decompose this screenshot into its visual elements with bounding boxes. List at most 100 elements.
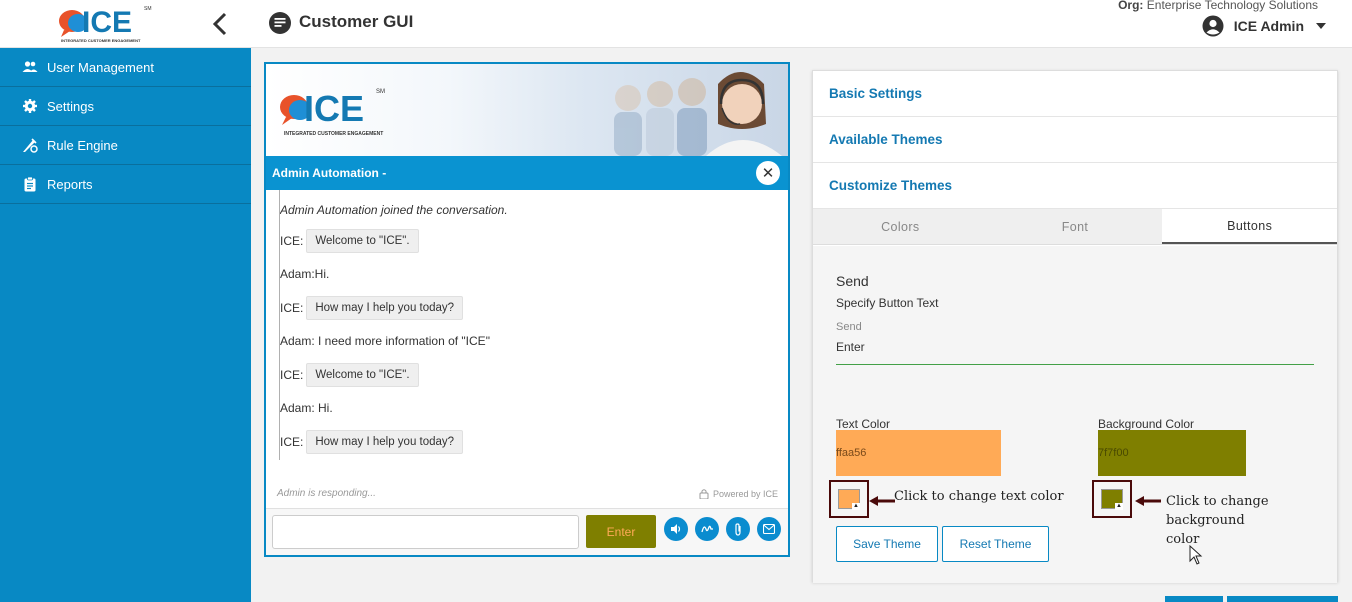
- chat-bubble-icon: [269, 12, 291, 34]
- top-bar: Customer GUI Org: Enterprise Technology …: [251, 0, 1352, 48]
- text-color-chip: [838, 489, 861, 510]
- reset-theme-button[interactable]: Reset Theme: [942, 526, 1049, 562]
- text-color-picker[interactable]: [829, 480, 869, 518]
- chat-banner: ICE SM INTEGRATED CUSTOMER ENGAGEMENT: [266, 64, 788, 156]
- brand-bar: ICE SM INTEGRATED CUSTOMER ENGAGEMENT: [0, 0, 251, 48]
- users-icon: [22, 59, 38, 75]
- gear-icon: [22, 98, 38, 114]
- email-icon[interactable]: [757, 517, 781, 541]
- background-color-label: Background Color: [1098, 417, 1195, 431]
- sidebar-item-settings[interactable]: Settings: [0, 87, 251, 126]
- org-info: Org: Enterprise Technology Solutions: [1118, 0, 1318, 12]
- svg-text:SM: SM: [376, 89, 385, 95]
- message-sender: ICE:: [280, 434, 304, 449]
- tab-colors[interactable]: Colors: [813, 209, 988, 244]
- svg-text:SM: SM: [144, 6, 152, 12]
- enter-button[interactable]: Enter: [586, 515, 656, 548]
- svg-text:INTEGRATED CUSTOMER ENGAGEMENT: INTEGRATED CUSTOMER ENGAGEMENT: [284, 131, 383, 137]
- sidebar-item-label: Reports: [47, 176, 93, 192]
- sidebar: ICE SM INTEGRATED CUSTOMER ENGAGEMENT Us…: [0, 0, 251, 602]
- footer-button-edge[interactable]: [1227, 596, 1338, 602]
- footer-button-edge[interactable]: [1165, 596, 1223, 602]
- customize-tabs: Colors Font Buttons: [813, 209, 1338, 245]
- user-name: ICE Admin: [1233, 18, 1304, 34]
- sidebar-item-label: Rule Engine: [47, 137, 118, 153]
- message-text: Adam: Hi.: [280, 401, 333, 416]
- chat-message: ICE: Welcome to "ICE".: [280, 358, 788, 392]
- text-color-input[interactable]: ffaa56: [836, 430, 1001, 476]
- text-color-hint: Click to change text color: [894, 489, 1064, 504]
- accordion-customize-themes[interactable]: Customize Themes: [813, 163, 1337, 209]
- background-color-input[interactable]: 7f7f00: [1098, 430, 1246, 476]
- rule-engine-icon: [22, 137, 38, 153]
- speaker-icon[interactable]: [664, 517, 688, 541]
- ice-logo[interactable]: ICE SM INTEGRATED CUSTOMER ENGAGEMENT: [58, 2, 158, 44]
- system-message: Admin Automation joined the conversation…: [280, 203, 508, 217]
- chat-message: ICE: Welcome to "ICE".: [280, 224, 788, 258]
- ice-banner-logo: ICE SM INTEGRATED CUSTOMER ENGAGEMENT: [280, 88, 385, 137]
- accordion-basic-settings[interactable]: Basic Settings: [813, 71, 1337, 117]
- logo-text: ICE: [82, 6, 132, 39]
- save-theme-button[interactable]: Save Theme: [836, 526, 938, 562]
- mouse-cursor-icon: [1189, 545, 1203, 565]
- tab-font[interactable]: Font: [988, 209, 1163, 244]
- message-text: Adam: I need more information of "ICE": [280, 334, 490, 349]
- message-sender: ICE:: [280, 233, 304, 248]
- svg-text:ICE: ICE: [304, 88, 364, 129]
- buttons-tab-content: Send Specify Button Text Send Enter Text…: [813, 246, 1337, 583]
- message-bubble: How may I help you today?: [306, 429, 464, 454]
- sidebar-item-label: Settings: [47, 98, 94, 114]
- caret-down-icon[interactable]: [1316, 23, 1326, 29]
- arrow-left-icon: [869, 496, 895, 506]
- sidebar-item-user-management[interactable]: User Management: [0, 48, 251, 87]
- button-section-subtitle: Specify Button Text: [836, 296, 939, 310]
- chat-message: ICE: How may I help you today?: [280, 291, 788, 325]
- page-title: Customer GUI: [299, 12, 414, 31]
- powered-by: Powered by ICE: [699, 488, 778, 499]
- signature-icon[interactable]: [695, 517, 719, 541]
- arrow-left-icon: [1135, 496, 1161, 506]
- account-circle-icon: [1202, 15, 1224, 37]
- tab-buttons[interactable]: Buttons: [1162, 209, 1338, 244]
- message-text: Adam:Hi.: [280, 267, 330, 282]
- chat-input-row: Enter: [266, 508, 788, 555]
- message-bubble: Welcome to "ICE".: [306, 362, 419, 387]
- background-color-chip: [1101, 489, 1124, 510]
- message-bubble: How may I help you today?: [306, 295, 464, 320]
- clipboard-icon: [22, 176, 38, 192]
- agent-title: Admin Automation -: [272, 166, 387, 180]
- message-sender: ICE:: [280, 300, 304, 315]
- chat-message: Adam: Hi.: [280, 392, 788, 426]
- support-agents-photo: [614, 72, 782, 156]
- message-sender: ICE:: [280, 367, 304, 382]
- chat-messages: Admin Automation joined the conversation…: [266, 190, 788, 478]
- attachment-icon[interactable]: [726, 517, 750, 541]
- chat-widget-preview: ICE SM INTEGRATED CUSTOMER ENGAGEMENT Ad…: [264, 62, 790, 557]
- collapse-sidebar-icon[interactable]: [208, 10, 232, 38]
- org-name: Enterprise Technology Solutions: [1146, 0, 1318, 12]
- chat-message-input[interactable]: [272, 515, 579, 549]
- field-underline: [836, 364, 1314, 365]
- chat-message: Adam: I need more information of "ICE": [280, 325, 788, 359]
- background-color-picker[interactable]: [1092, 480, 1132, 518]
- chat-header: Admin Automation - ✕: [266, 156, 788, 190]
- text-color-label: Text Color: [836, 417, 891, 431]
- sidebar-item-rule-engine[interactable]: Rule Engine: [0, 126, 251, 165]
- accordion-available-themes[interactable]: Available Themes: [813, 117, 1337, 163]
- chat-message: Adam:Hi.: [280, 258, 788, 292]
- background-color-hint: Click to change background color: [1166, 494, 1269, 547]
- lock-icon: [699, 489, 709, 499]
- button-text-field[interactable]: Enter: [836, 340, 865, 354]
- close-chat-button[interactable]: ✕: [756, 161, 780, 185]
- button-section-title: Send: [836, 273, 869, 289]
- responding-row: Admin is responding... Powered by ICE: [266, 478, 788, 508]
- sidebar-item-reports[interactable]: Reports: [0, 165, 251, 204]
- user-menu[interactable]: ICE Admin: [1202, 15, 1326, 37]
- svg-text:INTEGRATED CUSTOMER ENGAGEMENT: INTEGRATED CUSTOMER ENGAGEMENT: [61, 38, 141, 43]
- sidebar-item-label: User Management: [47, 59, 154, 75]
- message-bubble: Welcome to "ICE".: [306, 228, 419, 253]
- typing-indicator: Admin is responding...: [277, 488, 376, 499]
- chat-message: ICE: How may I help you today?: [280, 425, 788, 459]
- org-label: Org:: [1118, 0, 1144, 12]
- theme-settings-panel: Basic Settings Available Themes Customiz…: [812, 70, 1338, 583]
